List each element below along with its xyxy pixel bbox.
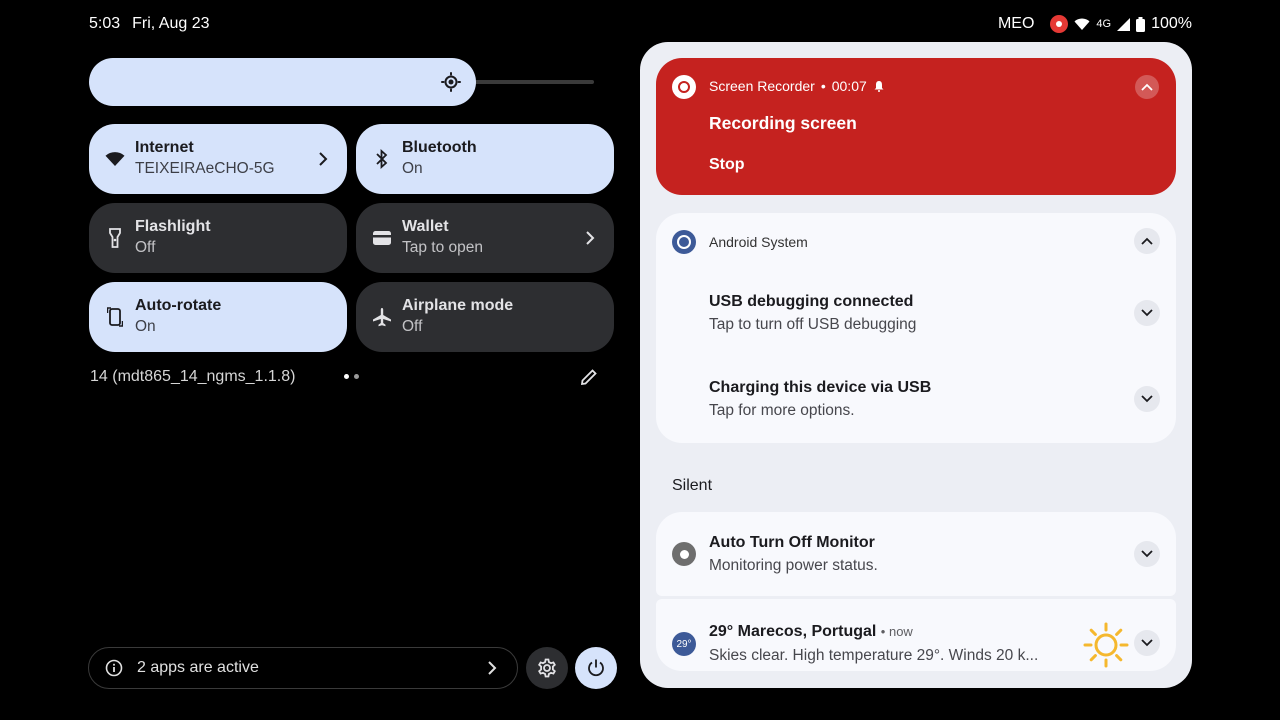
power-icon [588, 659, 604, 677]
tile-flashlight[interactable]: Flashlight Off [89, 203, 347, 273]
clock: 5:03 [89, 15, 121, 32]
tile-label: Internet [135, 139, 194, 156]
chevron-right-icon [319, 152, 328, 166]
chevron-down-icon [1141, 550, 1153, 558]
brightness-icon [441, 72, 461, 92]
tile-label: Bluetooth [402, 139, 477, 156]
chevron-right-icon [586, 231, 595, 245]
separator: • [820, 78, 826, 94]
active-apps-button[interactable]: 2 apps are active [88, 647, 518, 689]
notification-text: Tap to turn off USB debugging [709, 316, 917, 333]
wifi-status-icon [1074, 18, 1090, 30]
android-system-notification-group[interactable]: Android System USB debugging connected T… [656, 213, 1176, 443]
tile-airplane-mode[interactable]: Airplane mode Off [356, 282, 614, 352]
brightness-slider[interactable] [89, 58, 476, 106]
app-name: Android System [709, 234, 808, 250]
screen-recorder-notification[interactable]: Screen Recorder • 00:07 Recording screen… [656, 58, 1176, 195]
chevron-up-icon [1141, 83, 1153, 91]
brightness-track[interactable] [470, 80, 594, 84]
power-button[interactable] [575, 647, 617, 689]
collapse-button[interactable] [1135, 75, 1159, 99]
notification-title: 29° Marecos, Portugal [709, 623, 877, 640]
notification-text: Monitoring power status. [709, 557, 878, 574]
tile-sublabel: Off [402, 318, 423, 335]
silent-section-header: Silent [672, 477, 713, 494]
carrier-label: MEO [997, 15, 1035, 32]
weather-notification[interactable]: 29° 29° Marecos, Portugal • now Skies cl… [656, 599, 1176, 671]
notification-header: Screen Recorder • 00:07 [709, 78, 885, 94]
notification-title-row: 29° Marecos, Portugal • now [709, 623, 913, 641]
tile-auto-rotate[interactable]: Auto-rotate On [89, 282, 347, 352]
rotate-icon [105, 307, 125, 327]
gear-icon [538, 658, 556, 678]
expand-button[interactable] [1134, 300, 1160, 326]
status-bar-left: 5:03 Fri, Aug 23 [89, 15, 210, 33]
expand-button[interactable] [1134, 630, 1160, 656]
screen-record-indicator-icon [1050, 15, 1069, 33]
cell-signal-icon [1117, 17, 1131, 31]
chevron-down-icon [1141, 639, 1153, 647]
alert-bell-icon [874, 81, 884, 92]
battery-icon [1136, 16, 1146, 32]
notification-time: now [888, 624, 913, 639]
collapse-group-button[interactable] [1134, 228, 1160, 254]
active-apps-label: 2 apps are active [137, 659, 259, 676]
chevron-up-icon [1141, 237, 1153, 245]
notification-title: USB debugging connected [709, 293, 914, 310]
wallet-icon [372, 228, 392, 248]
expand-button[interactable] [1134, 541, 1160, 567]
monitor-app-icon [672, 542, 696, 566]
expand-button[interactable] [1134, 386, 1160, 412]
date: Fri, Aug 23 [132, 15, 210, 32]
tile-bluetooth[interactable]: Bluetooth On [356, 124, 614, 194]
recording-timer: 00:07 [831, 78, 867, 94]
stop-recording-button[interactable]: Stop [709, 156, 745, 174]
chevron-right-icon [488, 661, 497, 675]
wifi-icon [105, 149, 125, 169]
tile-sublabel: On [402, 160, 423, 177]
notification-text: Skies clear. High temperature 29°. Winds… [709, 647, 1039, 664]
flashlight-icon [105, 228, 125, 248]
network-type-label: 4G [1096, 18, 1112, 30]
sun-icon [1083, 622, 1129, 668]
separator: • [880, 624, 889, 639]
notification-text: Tap for more options. [709, 402, 855, 419]
tile-internet[interactable]: Internet TEIXEIRAeCHO-5G [89, 124, 347, 194]
tile-sublabel: Off [135, 239, 156, 256]
page-indicator [344, 374, 359, 379]
auto-turn-off-monitor-notification[interactable]: Auto Turn Off Monitor Monitoring power s… [656, 512, 1176, 596]
notification-shade: Screen Recorder • 00:07 Recording screen… [640, 42, 1192, 688]
bluetooth-icon [372, 149, 392, 169]
notification-title: Auto Turn Off Monitor [709, 534, 875, 551]
notification-title: Charging this device via USB [709, 379, 932, 396]
tile-label: Flashlight [135, 218, 211, 235]
screen-recorder-icon [672, 75, 696, 99]
tile-wallet[interactable]: Wallet Tap to open [356, 203, 614, 273]
info-icon [105, 659, 123, 677]
status-bar-right: MEO 4G 100% [998, 15, 1192, 33]
notification-title: Recording screen [709, 113, 857, 133]
page-dot-active [344, 374, 349, 379]
airplane-icon [372, 307, 392, 327]
battery-percent: 100% [1151, 15, 1192, 32]
app-name: Screen Recorder [709, 78, 815, 94]
tile-label: Wallet [402, 218, 449, 235]
tile-sublabel: TEIXEIRAeCHO-5G [135, 160, 275, 177]
settings-button[interactable] [526, 647, 568, 689]
tile-label: Auto-rotate [135, 297, 222, 314]
chevron-down-icon [1141, 395, 1153, 403]
weather-app-icon: 29° [672, 632, 696, 656]
android-system-icon [672, 230, 696, 254]
tile-sublabel: On [135, 318, 156, 335]
tile-sublabel: Tap to open [402, 239, 484, 256]
tile-label: Airplane mode [402, 297, 514, 314]
build-number[interactable]: 14 (mdt865_14_ngms_1.1.8) [90, 368, 295, 386]
edit-pencil-icon[interactable] [580, 368, 598, 386]
page-dot [354, 374, 359, 379]
chevron-down-icon [1141, 309, 1153, 317]
